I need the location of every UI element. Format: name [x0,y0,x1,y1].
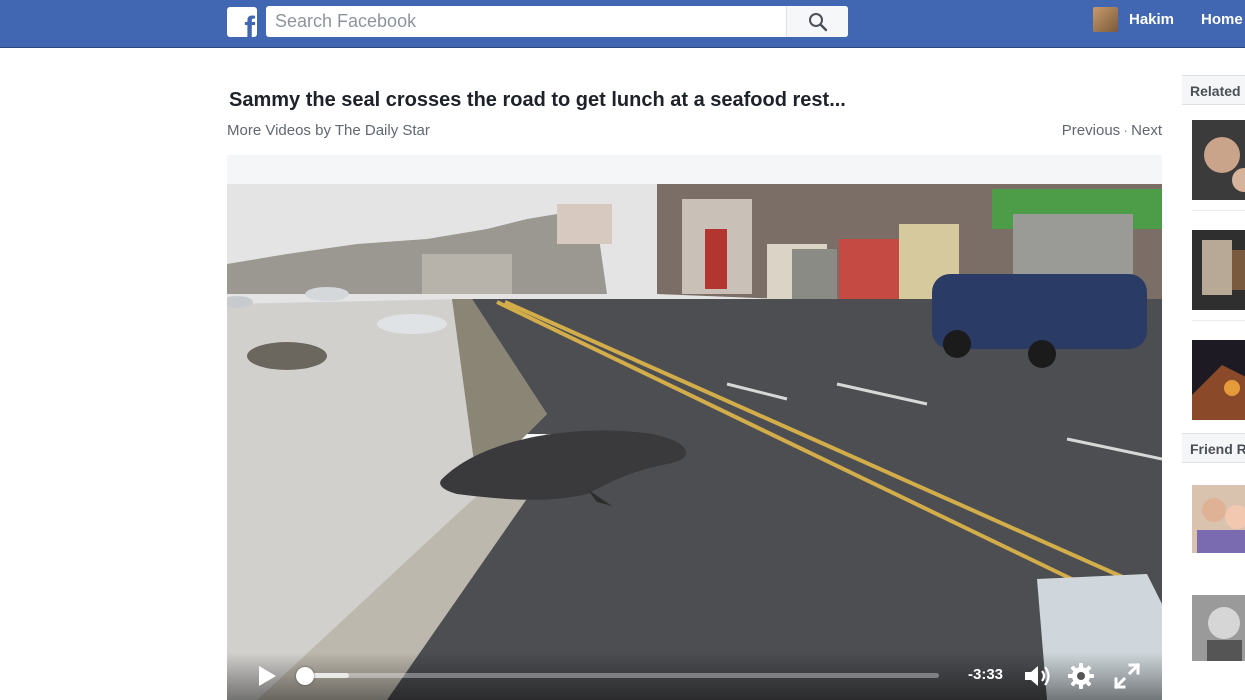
related-video-thumbnail[interactable] [1192,340,1245,420]
next-link[interactable]: Next [1131,122,1162,139]
sidebar-divider [1192,210,1245,211]
previous-link[interactable]: Previous [1062,122,1120,139]
settings-button[interactable] [1067,662,1095,690]
fullscreen-icon [1113,662,1141,690]
video-title: Sammy the seal crosses the road to get l… [229,89,846,111]
friend-suggestion-photo[interactable] [1192,485,1245,553]
volume-button[interactable] [1023,663,1053,689]
sidebar-divider [1192,320,1245,321]
fullscreen-button[interactable] [1113,662,1141,690]
search-button[interactable] [786,6,848,37]
related-video-thumbnail[interactable] [1192,120,1245,200]
facebook-logo-letter: f [244,10,255,37]
related-heading: Related [1182,75,1245,105]
related-video-thumbnail[interactable] [1192,230,1245,310]
play-icon [259,666,276,686]
pagination-separator: · [1123,122,1129,139]
seek-handle[interactable] [296,667,314,685]
search-icon [808,12,827,31]
search-bar [266,6,848,37]
facebook-logo-icon[interactable]: f [227,7,257,37]
video-frame-image [227,184,1162,700]
right-sidebar: Related Friend R [1182,75,1245,700]
video-controls: -3:33 [227,652,1162,700]
friend-suggestion-photo[interactable] [1192,595,1245,661]
play-button[interactable] [255,663,279,689]
top-navigation-bar: f Hakim Home [0,0,1245,48]
volume-icon [1025,666,1050,686]
user-avatar[interactable] [1093,7,1118,32]
time-remaining: -3:33 [968,666,1004,683]
gear-icon [1068,663,1094,689]
seek-bar[interactable] [296,667,939,685]
user-name-link[interactable]: Hakim [1129,11,1174,28]
home-link[interactable]: Home [1201,11,1243,28]
more-videos-link[interactable]: More Videos by The Daily Star [227,122,430,139]
search-input[interactable] [266,6,786,37]
friend-requests-heading: Friend R [1182,433,1245,463]
video-player[interactable]: -3:33 [227,184,1162,700]
video-pagination: Previous · Next [1062,122,1162,139]
